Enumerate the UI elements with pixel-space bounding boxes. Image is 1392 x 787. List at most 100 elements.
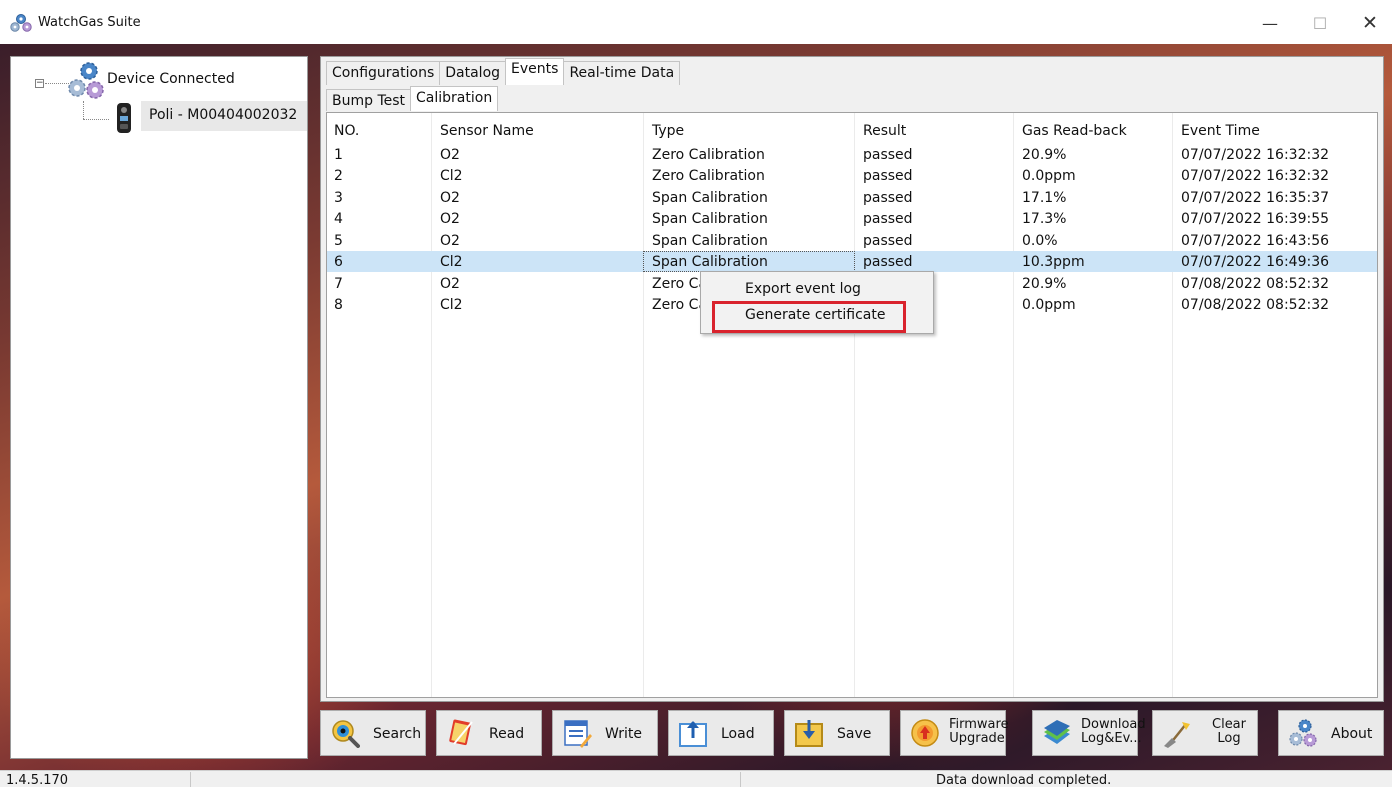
cell-event-time: 07/07/2022 16:32:32 — [1181, 168, 1330, 184]
status-divider — [740, 772, 741, 787]
table-row[interactable]: 1 O2 Zero Calibration passed 20.9% 07/07… — [327, 144, 1377, 165]
column-header-sensor-name[interactable]: Sensor Name — [440, 123, 534, 139]
minimize-button[interactable]: — — [1250, 8, 1290, 38]
save-button-label: Save — [837, 726, 872, 742]
title-bar: WatchGas Suite — ☐ ✕ — [0, 0, 1392, 44]
tree-device-item[interactable]: Poli - M00404002032 — [141, 101, 307, 131]
cell-no: 7 — [334, 276, 343, 292]
cell-no: 4 — [334, 211, 343, 227]
read-button-label: Read — [489, 726, 525, 742]
broom-icon — [1164, 722, 1190, 748]
load-icon — [679, 721, 707, 747]
tree-root-label[interactable]: Device Connected — [107, 71, 235, 87]
cell-sensor-name: O2 — [440, 233, 460, 249]
status-message: Data download completed. — [936, 773, 1112, 787]
column-header-no[interactable]: NO. — [334, 123, 359, 139]
cell-event-time: 07/08/2022 08:52:32 — [1181, 276, 1330, 292]
status-divider — [190, 772, 191, 787]
cell-no: 1 — [334, 147, 343, 163]
firmware-upgrade-button-label: Firmware Upgrade — [949, 717, 1009, 746]
cell-gas-read-back: 17.1% — [1022, 190, 1067, 206]
bottom-toolbar: Search Read Write Load Save Firmware Upg… — [320, 708, 1384, 760]
cell-gas-read-back: 20.9% — [1022, 276, 1067, 292]
save-button[interactable]: Save — [784, 710, 890, 756]
read-button[interactable]: Read — [436, 710, 542, 756]
tab-datalog[interactable]: Datalog — [439, 61, 507, 85]
main-panel: Configurations Datalog Events Real-time … — [320, 56, 1384, 702]
cell-sensor-name: Cl2 — [440, 297, 463, 313]
subtab-bump-test[interactable]: Bump Test — [326, 89, 412, 111]
about-button-label: About — [1331, 726, 1373, 742]
write-button-label: Write — [605, 726, 642, 742]
cell-type: Span Calibration — [652, 190, 768, 206]
maximize-button[interactable]: ☐ — [1300, 8, 1340, 38]
load-button[interactable]: Load — [668, 710, 774, 756]
table-row-selected[interactable]: 6 Cl2 Span Calibration passed 10.3ppm 07… — [327, 251, 1377, 272]
cell-gas-read-back: 0.0ppm — [1022, 168, 1076, 184]
download-log-events-button-label: Download Log&Ev... — [1081, 717, 1146, 746]
cell-type: Zero Ca — [652, 276, 708, 292]
firmware-upgrade-icon — [911, 719, 939, 747]
column-header-event-time[interactable]: Event Time — [1181, 123, 1260, 139]
table-row[interactable]: 5 O2 Span Calibration passed 0.0% 07/07/… — [327, 230, 1377, 251]
cell-no: 5 — [334, 233, 343, 249]
tab-events[interactable]: Events — [505, 58, 565, 85]
cell-result: passed — [863, 254, 913, 270]
about-button[interactable]: About — [1278, 710, 1384, 756]
clear-log-button[interactable]: Clear Log — [1152, 710, 1258, 756]
tab-real-time-data[interactable]: Real-time Data — [563, 61, 681, 85]
search-button-label: Search — [373, 726, 422, 742]
cell-type: Zero Calibration — [652, 147, 765, 163]
cell-result: passed — [863, 211, 913, 227]
annotation-highlight-box — [712, 301, 906, 333]
cell-event-time: 07/07/2022 16:35:37 — [1181, 190, 1330, 206]
column-header-type[interactable]: Type — [652, 123, 684, 139]
column-header-result[interactable]: Result — [863, 123, 906, 139]
cell-type: Span Calibration — [652, 254, 768, 270]
load-button-label: Load — [721, 726, 755, 742]
cell-event-time: 07/07/2022 16:43:56 — [1181, 233, 1330, 249]
subtab-calibration[interactable]: Calibration — [410, 86, 499, 111]
calibration-table[interactable]: NO. Sensor Name Type Result Gas Read-bac… — [326, 112, 1378, 698]
search-button[interactable]: Search — [320, 710, 426, 756]
cell-event-time: 07/07/2022 16:49:36 — [1181, 254, 1330, 270]
gears-icon — [68, 62, 104, 99]
cell-event-time: 07/08/2022 08:52:32 — [1181, 297, 1330, 313]
table-header: NO. Sensor Name Type Result Gas Read-bac… — [327, 113, 1377, 139]
cell-sensor-name: O2 — [440, 190, 460, 206]
cell-sensor-name: O2 — [440, 211, 460, 227]
status-bar: 1.4.5.170 Data download completed. — [0, 770, 1392, 787]
cell-result: passed — [863, 190, 913, 206]
cell-gas-read-back: 10.3ppm — [1022, 254, 1085, 270]
gas-detector-icon — [117, 103, 131, 133]
table-row[interactable]: 3 O2 Span Calibration passed 17.1% 07/07… — [327, 187, 1377, 208]
cell-result: passed — [863, 168, 913, 184]
close-button[interactable]: ✕ — [1350, 8, 1390, 38]
cell-gas-read-back: 20.9% — [1022, 147, 1067, 163]
read-icon — [449, 719, 473, 746]
tab-configurations[interactable]: Configurations — [326, 61, 441, 85]
search-icon — [332, 720, 360, 748]
cell-sensor-name: O2 — [440, 147, 460, 163]
cell-sensor-name: Cl2 — [440, 254, 463, 270]
cell-result: passed — [863, 233, 913, 249]
cell-event-time: 07/07/2022 16:32:32 — [1181, 147, 1330, 163]
firmware-upgrade-button[interactable]: Firmware Upgrade — [900, 710, 1009, 756]
download-log-events-button[interactable]: Download Log&Ev... — [1032, 710, 1146, 756]
download-books-icon — [1044, 720, 1070, 744]
menu-item-export-event-log[interactable]: Export event log — [745, 281, 861, 297]
cell-event-time: 07/07/2022 16:39:55 — [1181, 211, 1330, 227]
cell-no: 8 — [334, 297, 343, 313]
column-header-gas-read-back[interactable]: Gas Read-back — [1022, 123, 1127, 139]
table-row[interactable]: 4 O2 Span Calibration passed 17.3% 07/07… — [327, 208, 1377, 229]
cell-gas-read-back: 0.0ppm — [1022, 297, 1076, 313]
tree-collapse-toggle[interactable]: − — [35, 79, 44, 88]
cell-result: passed — [863, 147, 913, 163]
write-button[interactable]: Write — [552, 710, 658, 756]
table-row[interactable]: 2 Cl2 Zero Calibration passed 0.0ppm 07/… — [327, 165, 1377, 186]
cell-no: 6 — [334, 254, 343, 270]
save-icon — [795, 720, 823, 747]
cell-gas-read-back: 0.0% — [1022, 233, 1058, 249]
cell-type: Span Calibration — [652, 233, 768, 249]
cell-type: Span Calibration — [652, 211, 768, 227]
